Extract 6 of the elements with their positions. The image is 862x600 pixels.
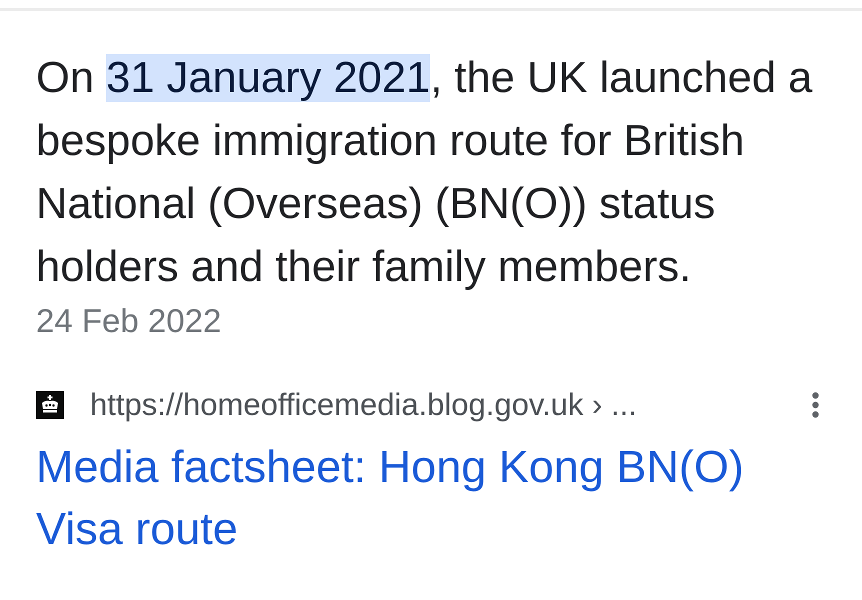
source-url[interactable]: https://homeofficemedia.blog.gov.uk › ... — [90, 387, 812, 423]
more-options-icon[interactable] — [812, 392, 819, 418]
crown-icon — [36, 391, 64, 419]
date-text: 24 Feb 2022 — [36, 301, 222, 341]
result-title-link[interactable]: Media factsheet: Hong Kong BN(O) Visa route — [36, 436, 826, 560]
snippet-text: On 31 January 2021, the UK launched a bespoke immigration route for British National (Overseas) (BN(O)) status holders and their family members. — [36, 53, 814, 293]
